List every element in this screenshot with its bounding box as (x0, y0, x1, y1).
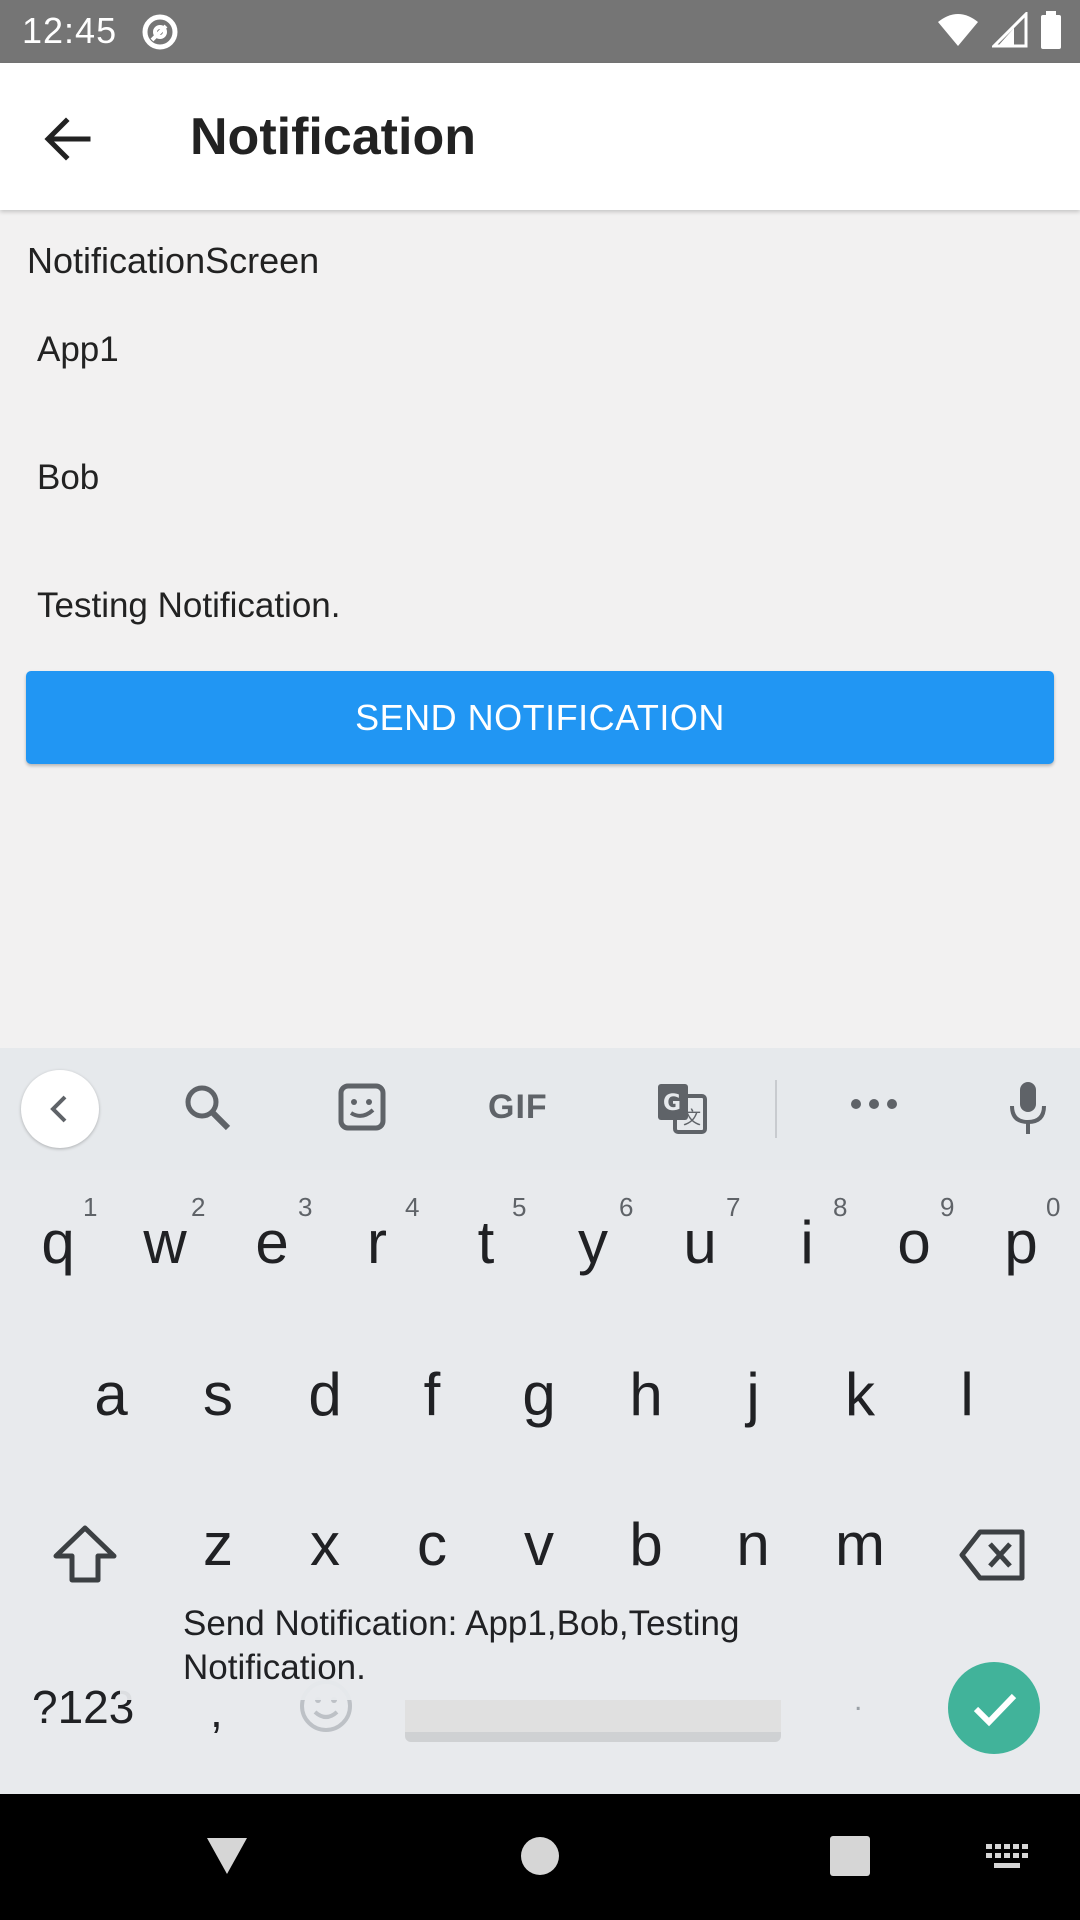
symbols-key[interactable]: ?123 (32, 1680, 134, 1734)
key-period[interactable]: . (854, 1684, 862, 1718)
page-title: Notification (190, 108, 476, 166)
keyboard-switch-icon[interactable] (986, 1844, 1030, 1877)
search-icon[interactable] (180, 1080, 236, 1141)
key-hint: 5 (512, 1192, 527, 1222)
key-hint: 2 (191, 1192, 206, 1222)
app-name-field[interactable]: App1 (37, 330, 119, 370)
microphone-icon[interactable] (1008, 1080, 1048, 1143)
battery-icon (1040, 10, 1062, 54)
key-f[interactable]: f (382, 1360, 482, 1429)
key-hint: 1 (83, 1192, 98, 1222)
key-c[interactable]: c (382, 1510, 482, 1579)
keyboard-toolbar: GIF G文 (0, 1048, 1080, 1170)
wifi-icon (936, 12, 980, 53)
status-bar: 12:45 (0, 0, 1080, 63)
home-circle-icon[interactable] (520, 1836, 560, 1881)
back-triangle-icon[interactable] (205, 1834, 249, 1883)
key-h[interactable]: h (596, 1360, 696, 1429)
key-hint: 6 (619, 1192, 634, 1222)
user-name-field[interactable]: Bob (37, 458, 99, 498)
key-n[interactable]: n (703, 1510, 803, 1579)
key-l[interactable]: l (917, 1360, 1017, 1429)
at-sign-icon (140, 12, 180, 52)
cell-signal-icon (990, 9, 1028, 53)
key-hint: 4 (405, 1192, 420, 1222)
sticker-icon[interactable] (337, 1080, 387, 1141)
key-x[interactable]: x (275, 1510, 375, 1579)
key-s[interactable]: s (168, 1360, 268, 1429)
key-v[interactable]: v (489, 1510, 589, 1579)
key-hint: 7 (726, 1192, 741, 1222)
key-hint: 9 (940, 1192, 955, 1222)
send-notification-button[interactable]: SEND NOTIFICATION (26, 671, 1054, 764)
key-d[interactable]: d (275, 1360, 375, 1429)
key-a[interactable]: a (61, 1360, 161, 1429)
back-arrow-icon[interactable] (40, 111, 96, 167)
key-hint: 8 (833, 1192, 848, 1222)
autofill-suggestion-text[interactable]: Send Notification: App1,Bob,Testing Noti… (183, 1602, 803, 1690)
toolbar-divider (775, 1080, 777, 1138)
key-b[interactable]: b (596, 1510, 696, 1579)
svg-text:G: G (663, 1091, 681, 1116)
key-hint: 3 (298, 1192, 313, 1222)
key-k[interactable]: k (810, 1360, 910, 1429)
backspace-icon[interactable] (958, 1528, 1028, 1587)
navigation-bar (0, 1794, 1080, 1920)
key-j[interactable]: j (703, 1360, 803, 1429)
status-icons (936, 9, 1062, 54)
keyboard-collapse-button[interactable] (21, 1070, 99, 1148)
recents-square-icon[interactable] (830, 1836, 870, 1881)
key-g[interactable]: g (489, 1360, 589, 1429)
key-m[interactable]: m (810, 1510, 910, 1579)
key-hint: 0 (1046, 1192, 1061, 1222)
gif-button[interactable]: GIF (488, 1088, 548, 1127)
screen-label: NotificationScreen (27, 240, 320, 281)
svg-text:文: 文 (683, 1108, 701, 1129)
app-bar: Notification (0, 63, 1080, 210)
shift-icon[interactable] (52, 1524, 118, 1589)
key-z[interactable]: z (168, 1510, 268, 1579)
enter-key[interactable] (948, 1662, 1040, 1754)
more-options-icon[interactable] (850, 1094, 898, 1119)
message-field[interactable]: Testing Notification. (37, 586, 340, 626)
translate-icon[interactable]: G文 (655, 1080, 709, 1141)
status-time: 12:45 (22, 10, 118, 51)
